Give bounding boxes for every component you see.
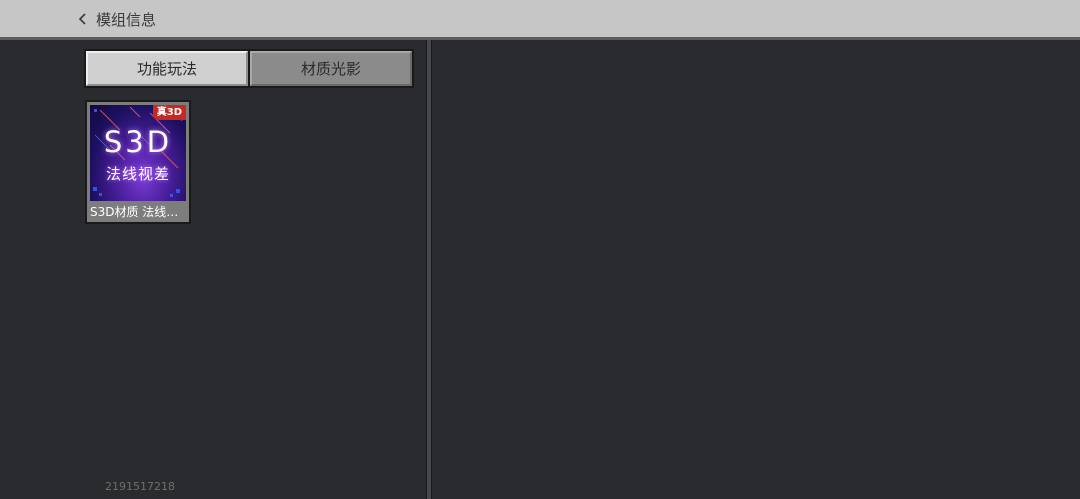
true-3d-badge: 真3D xyxy=(152,105,186,120)
back-button[interactable]: 模组信息 xyxy=(74,6,156,32)
mod-card[interactable]: 真3D S3D 法线视差 S3D材质 法线… xyxy=(85,100,191,224)
chevron-left-icon xyxy=(74,10,92,28)
tab-textures-shaders-label: 材质光影 xyxy=(300,60,361,78)
thumbnail-subtitle: 法线视差 xyxy=(105,165,170,183)
thumbnail-title: S3D xyxy=(103,125,173,159)
mod-thumbnail: 真3D S3D 法线视差 xyxy=(90,105,186,201)
tab-gameplay-label: 功能玩法 xyxy=(136,60,197,78)
mod-card-label: S3D材质 法线… xyxy=(90,205,179,219)
tab-gameplay[interactable]: 功能玩法 xyxy=(86,51,248,86)
user-id-watermark: 2191517218 xyxy=(105,480,175,493)
mod-card-inner: 真3D S3D 法线视差 S3D材质 法线… xyxy=(87,102,189,222)
top-bar: 模组信息 xyxy=(0,0,1080,40)
page-title: 模组信息 xyxy=(96,10,157,29)
left-panel xyxy=(0,40,426,499)
category-tabs: 功能玩法 材质光影 xyxy=(84,49,414,88)
right-panel xyxy=(432,40,1080,499)
tab-textures-shaders[interactable]: 材质光影 xyxy=(250,51,412,86)
